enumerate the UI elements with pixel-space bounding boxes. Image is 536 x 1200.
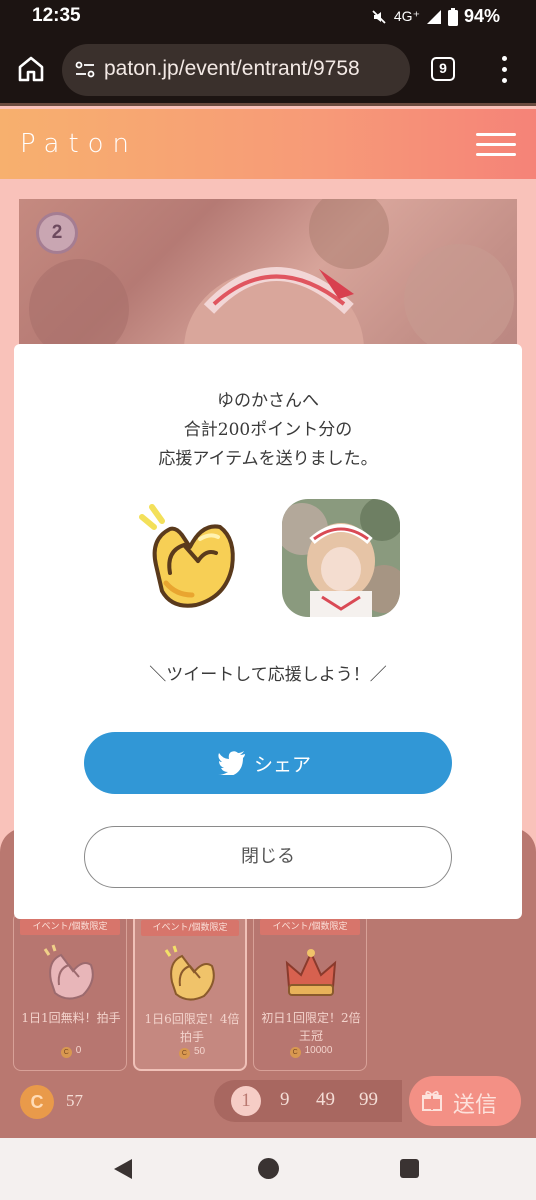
quantity-option-selected[interactable]: 1 xyxy=(231,1086,261,1116)
item-tag: イベント/個数限定 xyxy=(141,920,239,936)
battery-percent: 94% xyxy=(463,6,500,26)
mute-icon xyxy=(372,9,386,24)
browser-toolbar: paton.jp/event/entrant/9758 9 xyxy=(0,34,536,106)
site-settings-icon[interactable] xyxy=(74,59,96,81)
item-price: C 10000 xyxy=(254,1045,368,1058)
rank-badge: 2 xyxy=(36,212,78,254)
dialog-message-line: 応援アイテムを送りました。 xyxy=(158,449,378,469)
site-logo[interactable]: Paton xyxy=(20,129,138,159)
home-circle-icon[interactable] xyxy=(258,1158,279,1179)
site-header: Paton xyxy=(0,109,536,179)
home-icon[interactable] xyxy=(16,54,46,84)
item-tag: イベント/個数限定 xyxy=(260,919,360,935)
crown-icon xyxy=(285,949,337,996)
status-icons: 4G⁺ 94% xyxy=(370,6,500,27)
twitter-bird-icon xyxy=(218,751,245,775)
network-label: 4G⁺ xyxy=(393,8,420,24)
item-name: 1日1回無料！拍手 xyxy=(21,1011,121,1025)
item-price: C0 xyxy=(14,1045,128,1058)
item-name: 初日1回限定！2倍王冠 xyxy=(261,1011,361,1043)
status-time: 12:35 xyxy=(32,5,81,26)
entrant-avatar xyxy=(282,499,400,617)
recent-apps-icon[interactable] xyxy=(400,1159,419,1178)
close-button[interactable]: 閉じる xyxy=(84,826,452,888)
golden-clap-icon xyxy=(164,945,215,1001)
item-name: 1日6回限定！4倍拍手 xyxy=(144,1012,240,1044)
tweet-prompt: ＼ツイートして応援しよう！／ xyxy=(149,665,387,685)
send-label: 送信 xyxy=(453,1093,498,1118)
coin-icon: C xyxy=(289,1047,301,1058)
status-bar: 12:35 4G⁺ 94% xyxy=(0,0,536,34)
signal-icon xyxy=(426,9,441,24)
dialog-message-line: 合計200ポイント分の xyxy=(183,420,353,440)
item-tag: イベント/個数限定 xyxy=(20,919,120,935)
avatar-image xyxy=(282,499,400,617)
share-label: シェア xyxy=(254,754,312,776)
send-button[interactable]: 送信 xyxy=(409,1076,521,1126)
dialog-message: ゆのかさんへ 合計200ポイント分の 応援アイテムを送りました。 xyxy=(14,387,522,474)
golden-clap-icon xyxy=(139,504,235,608)
twitter-share-button[interactable]: シェア xyxy=(84,732,452,794)
quantity-selector: 1 9 49 99 xyxy=(214,1080,402,1122)
coin-icon: C xyxy=(60,1047,72,1058)
battery-icon xyxy=(447,7,458,26)
gift-icon xyxy=(422,1090,442,1111)
coin-icon: C xyxy=(20,1085,54,1119)
coin-count: 57 xyxy=(66,1091,83,1110)
quantity-option[interactable]: 99 xyxy=(359,1089,378,1111)
url-text: paton.jp/event/entrant/9758 xyxy=(104,57,360,80)
back-icon[interactable] xyxy=(114,1159,132,1179)
item-price: C 50 xyxy=(135,1046,249,1059)
quantity-option[interactable]: 49 xyxy=(316,1089,335,1111)
tab-switcher-button[interactable]: 9 xyxy=(431,57,455,81)
quantity-option[interactable]: 9 xyxy=(280,1089,290,1111)
coin-icon: C xyxy=(178,1048,190,1059)
dialog-message-line: ゆのかさんへ xyxy=(217,391,319,411)
browser-menu-icon[interactable] xyxy=(497,56,511,84)
address-bar[interactable]: paton.jp/event/entrant/9758 xyxy=(62,44,410,96)
item-card[interactable]: イベント/個数限定 1日1回無料！拍手 C0 xyxy=(13,912,127,1071)
hamburger-menu-icon[interactable] xyxy=(476,131,516,159)
gift-sent-dialog: ゆのかさんへ 合計200ポイント分の 応援アイテムを送りました。 ＼ツイートして… xyxy=(14,344,522,919)
system-navigation-bar xyxy=(0,1138,536,1200)
item-card[interactable]: イベント/個数限定 初日1回限定！2倍王冠 C 10000 xyxy=(253,912,367,1071)
clap-icon xyxy=(43,944,94,1000)
item-card-selected[interactable]: イベント/個数限定 1日6回限定！4倍拍手 C 50 xyxy=(133,912,247,1071)
